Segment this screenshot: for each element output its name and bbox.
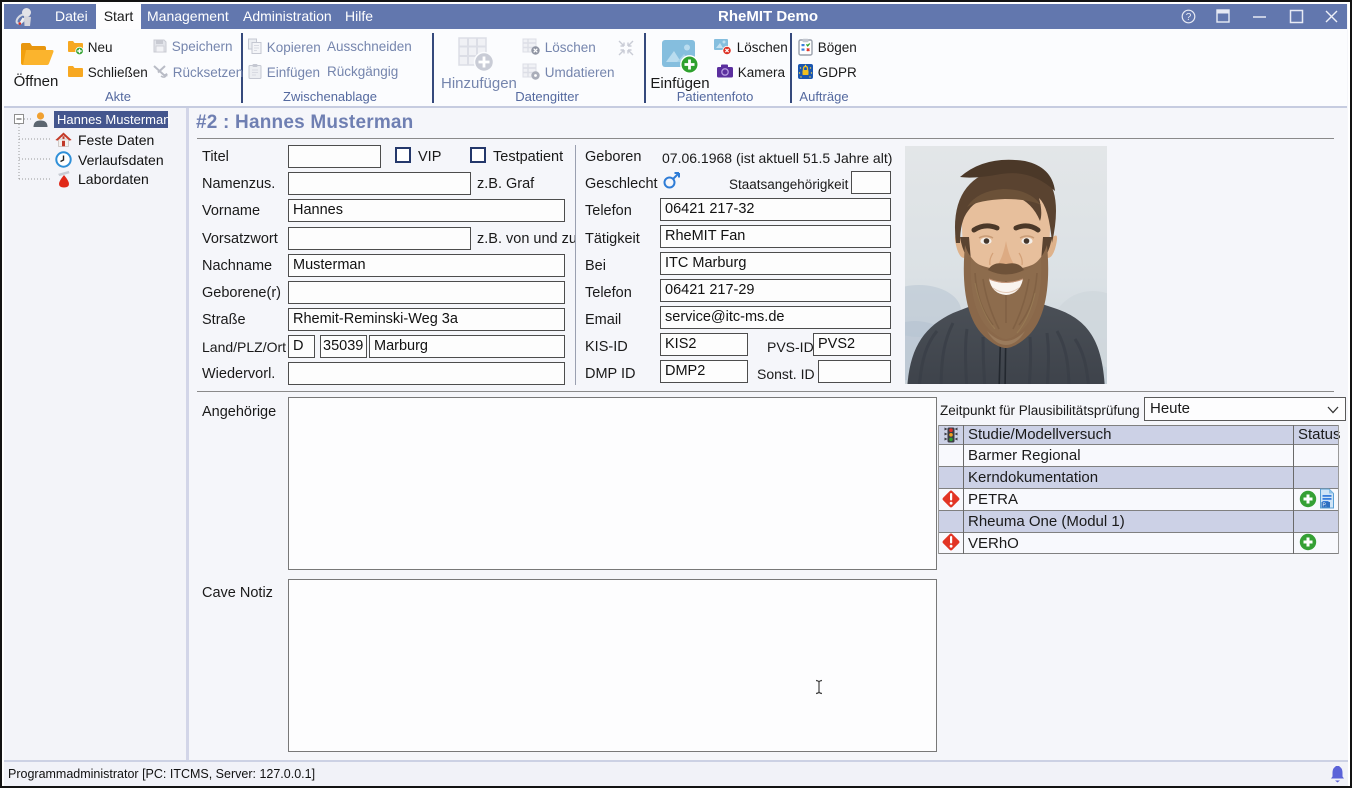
svg-text:P.: P. — [1323, 503, 1327, 509]
svg-text:?: ? — [1186, 12, 1192, 23]
